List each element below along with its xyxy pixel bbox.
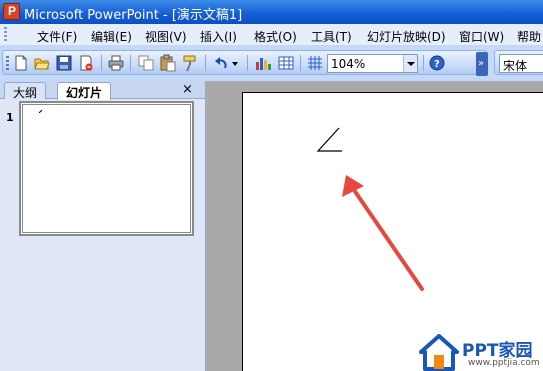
thumbnail-shape-mark xyxy=(39,110,42,113)
grid-icon[interactable] xyxy=(306,54,324,72)
title-bar: Microsoft PowerPoint - [演示文稿1] xyxy=(0,0,543,24)
menu-bar: 文件(F) 编辑(E) 视图(V) 插入(I) 格式(O) 工具(T) 幻灯片放… xyxy=(0,24,543,46)
svg-text:?: ? xyxy=(434,59,440,70)
undo-icon[interactable] xyxy=(212,54,230,72)
paste-icon[interactable] xyxy=(159,54,177,72)
print-icon[interactable] xyxy=(107,54,125,72)
font-value: 宋体 xyxy=(503,59,528,73)
pane-tabs: 大纲 幻灯片 × xyxy=(0,81,205,100)
toolbar-separator xyxy=(130,55,131,71)
tab-outline[interactable]: 大纲 xyxy=(4,82,47,100)
watermark-url: www.pptjia.com xyxy=(468,358,540,368)
menu-view[interactable]: 视图(V) xyxy=(145,28,187,45)
tab-slides[interactable]: 幻灯片 xyxy=(57,82,112,100)
standard-toolbar: 104% ? 宋体 xyxy=(0,46,543,81)
permission-icon[interactable] xyxy=(77,54,95,72)
close-icon[interactable]: × xyxy=(182,82,193,97)
help-icon[interactable]: ? xyxy=(428,54,446,72)
menu-tools[interactable]: 工具(T) xyxy=(311,28,352,45)
slide-number: 1 xyxy=(6,111,14,124)
toolbar-separator xyxy=(101,55,102,71)
menu-help[interactable]: 帮助 xyxy=(517,28,541,45)
slide-thumbnail[interactable] xyxy=(19,101,194,236)
copy-icon[interactable] xyxy=(137,54,155,72)
toolbar-separator xyxy=(247,55,248,71)
house-logo-icon xyxy=(419,334,459,371)
menu-slideshow[interactable]: 幻灯片放映(D) xyxy=(367,28,446,45)
open-icon[interactable] xyxy=(33,54,51,72)
table-icon[interactable] xyxy=(277,54,295,72)
zoom-combobox[interactable]: 104% xyxy=(327,54,418,73)
toolbar-grip-icon[interactable] xyxy=(6,56,9,72)
font-combobox[interactable]: 宋体 xyxy=(499,54,543,73)
format-painter-icon[interactable] xyxy=(181,54,199,72)
new-icon[interactable] xyxy=(12,54,30,72)
menu-window[interactable]: 窗口(W) xyxy=(459,28,504,45)
chart-icon[interactable] xyxy=(254,54,272,72)
save-icon[interactable] xyxy=(55,54,73,72)
toolbar-overflow-icon[interactable] xyxy=(476,52,488,76)
powerpoint-app-icon[interactable] xyxy=(3,3,20,20)
slide-canvas[interactable] xyxy=(242,92,543,371)
menu-edit[interactable]: 编辑(E) xyxy=(91,28,132,45)
menu-grip-icon[interactable] xyxy=(4,27,7,43)
menu-format[interactable]: 格式(O) xyxy=(254,28,297,45)
zoom-value: 104% xyxy=(331,57,366,71)
menu-insert[interactable]: 插入(I) xyxy=(200,28,237,45)
window-title: Microsoft PowerPoint - [演示文稿1] xyxy=(24,8,243,23)
chevron-down-icon[interactable] xyxy=(403,55,417,72)
watermark-logo: PPT家园 www.pptjia.com xyxy=(418,332,543,371)
toolbar-separator xyxy=(300,55,301,71)
menu-file[interactable]: 文件(F) xyxy=(37,28,77,45)
toolbar-separator xyxy=(423,55,424,71)
toolbar-separator xyxy=(205,55,206,71)
undo-dropdown-icon[interactable] xyxy=(230,54,240,72)
